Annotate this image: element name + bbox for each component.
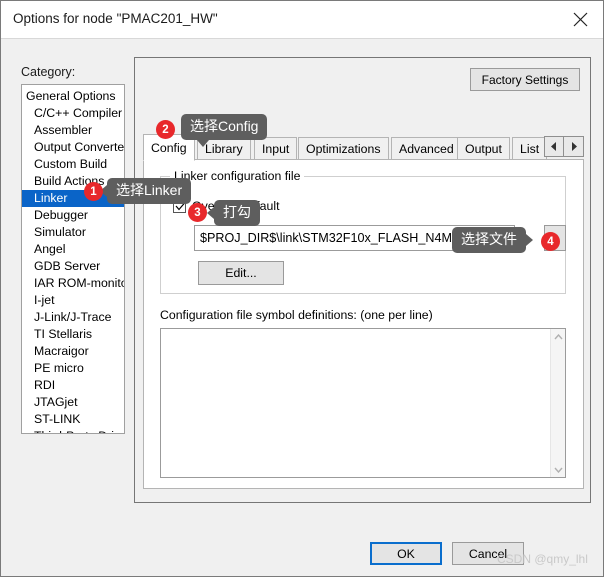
symbol-definitions-textarea[interactable]: [160, 328, 566, 478]
chevron-right-icon[interactable]: [564, 136, 584, 157]
category-item-i-jet[interactable]: I-jet: [22, 292, 124, 309]
category-item-pe-micro[interactable]: PE micro: [22, 360, 124, 377]
category-item-output-converter[interactable]: Output Converter: [22, 139, 124, 156]
category-item-angel[interactable]: Angel: [22, 241, 124, 258]
chevron-up-icon[interactable]: [551, 329, 566, 344]
tab-list[interactable]: List: [512, 137, 548, 160]
window-title: Options for node "PMAC201_HW": [13, 11, 218, 26]
category-item-gdb-server[interactable]: GDB Server: [22, 258, 124, 275]
tab-optimizations[interactable]: Optimizations: [298, 137, 389, 160]
category-item-general-options[interactable]: General Options: [22, 88, 124, 105]
category-item-j-link-j-trace[interactable]: J-Link/J-Trace: [22, 309, 124, 326]
category-list[interactable]: General Options C/C++ Compiler Assembler…: [21, 84, 125, 434]
tab-advanced[interactable]: Advanced: [391, 137, 462, 160]
category-item-debugger[interactable]: Debugger: [22, 207, 124, 224]
title-bar: Options for node "PMAC201_HW": [1, 1, 603, 39]
factory-settings-button[interactable]: Factory Settings: [470, 68, 580, 91]
chevron-left-icon[interactable]: [544, 136, 564, 157]
category-item-rdi[interactable]: RDI: [22, 377, 124, 394]
annotation-badge-4: 4: [541, 232, 560, 251]
annotation-callout-4: 选择文件: [452, 227, 533, 253]
annotation-badge-1: 1: [84, 182, 103, 201]
annotation-callout-3: 打勾: [207, 200, 260, 226]
category-item-c-cpp-compiler[interactable]: C/C++ Compiler: [22, 105, 124, 122]
category-label: Category:: [21, 65, 76, 79]
tab-scroll-arrows: [544, 136, 584, 157]
annotation-badge-2: 2: [156, 120, 175, 139]
tab-input[interactable]: Input: [254, 137, 298, 160]
annotation-callout-1: 选择Linker: [99, 178, 192, 204]
ok-button[interactable]: OK: [370, 542, 442, 565]
category-item-macraigor[interactable]: Macraigor: [22, 343, 124, 360]
symbol-definitions-scrollbar[interactable]: [550, 329, 565, 477]
category-item-st-link[interactable]: ST-LINK: [22, 411, 124, 428]
category-item-iar-rom-monitor[interactable]: IAR ROM-monitor: [22, 275, 124, 292]
edit-button[interactable]: Edit...: [198, 261, 284, 285]
options-dialog: Options for node "PMAC201_HW" Category: …: [0, 0, 604, 577]
category-item-custom-build[interactable]: Custom Build: [22, 156, 124, 173]
category-item-third-party-driver[interactable]: Third-Party Driver: [22, 428, 124, 433]
watermark: CSDN @qmy_lhl: [497, 552, 588, 566]
symbol-definitions-label: Configuration file symbol definitions: (…: [160, 308, 433, 322]
tab-output[interactable]: Output: [457, 137, 510, 160]
close-icon[interactable]: [558, 1, 603, 38]
category-item-assembler[interactable]: Assembler: [22, 122, 124, 139]
annotation-callout-2: 选择Config: [181, 114, 268, 147]
category-item-jtagjet[interactable]: JTAGjet: [22, 394, 124, 411]
category-item-simulator[interactable]: Simulator: [22, 224, 124, 241]
category-item-ti-stellaris[interactable]: TI Stellaris: [22, 326, 124, 343]
chevron-down-icon[interactable]: [551, 462, 566, 477]
annotation-badge-3: 3: [188, 203, 207, 222]
